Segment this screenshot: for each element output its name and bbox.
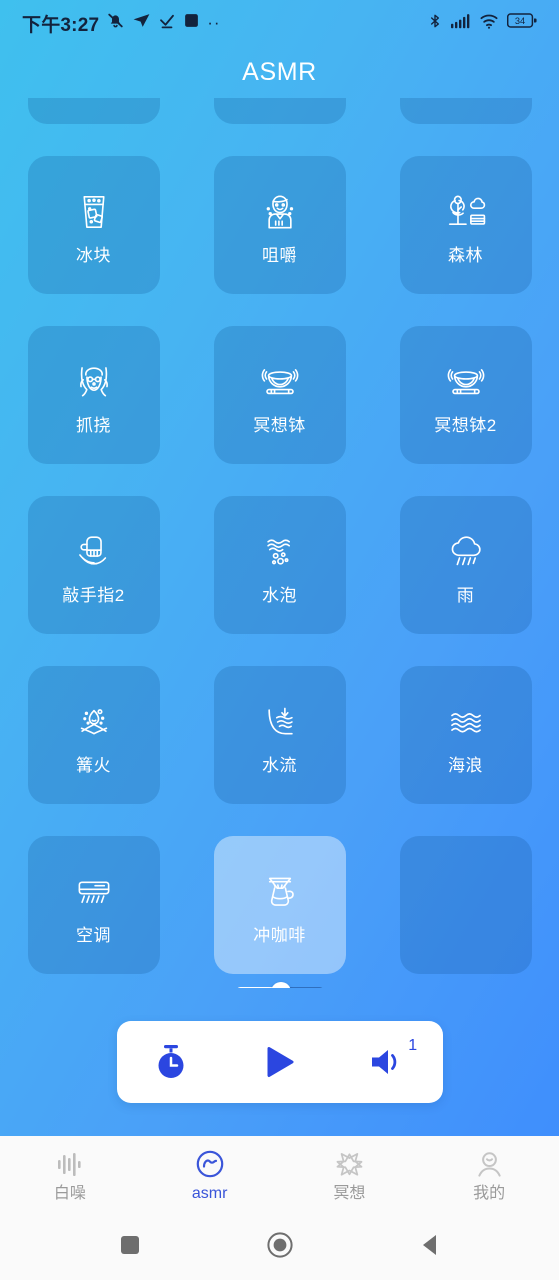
sound-card[interactable]: 空调	[27, 836, 160, 974]
tab-label: 我的	[473, 1185, 506, 1202]
sound-card[interactable]: 海浪	[399, 666, 532, 804]
play-button[interactable]	[248, 1034, 310, 1090]
person-icon	[474, 1149, 504, 1179]
sound-grid-scroll-area[interactable]: 冰块 咀嚼 森林 抓挠 冥想钵 冥想钵2 敲手指2 水泡 雨 篝火 水流 海浪 …	[0, 98, 559, 988]
tab-asmr[interactable]: asmr	[140, 1149, 280, 1202]
home-button[interactable]	[263, 1231, 297, 1265]
app-screen: 下午3:27 ·· 34 ASMR 冰块 咀嚼 森林 抓挠 冥想钵 冥想钵2 敲…	[0, 0, 559, 1280]
tab-label: asmr	[191, 1185, 228, 1202]
sound-card-label: 水泡	[262, 586, 297, 605]
singing-bowl-icon	[253, 356, 307, 408]
sound-card[interactable]: 冥想钵2	[399, 326, 532, 464]
bluetooth-icon	[427, 12, 443, 35]
player-bar: 1	[116, 1021, 443, 1103]
sound-card-label: 海浪	[448, 756, 483, 775]
triangle-back-icon	[417, 1232, 443, 1263]
wifi-icon	[479, 13, 499, 34]
waveform-icon	[55, 1149, 85, 1179]
page-title: ASMR	[242, 57, 317, 86]
volume-slider-row	[194, 981, 366, 988]
air-conditioner-icon	[67, 866, 121, 918]
more-dots-icon: ··	[207, 13, 221, 32]
tapping-fingers-icon	[67, 526, 121, 578]
cellular-signal-icon	[451, 13, 471, 34]
sound-card[interactable]: 抓挠	[27, 326, 160, 464]
circle-home-icon	[266, 1231, 294, 1264]
forest-trees-icon	[439, 186, 493, 238]
status-bar-right: 34	[427, 12, 537, 35]
tab-label: 白噪	[53, 1185, 86, 1202]
sound-card-label: 冥想钵2	[434, 416, 497, 435]
square-recents-icon	[118, 1233, 142, 1262]
ocean-waves-icon	[439, 696, 493, 748]
singing-bowl-icon	[439, 356, 493, 408]
sound-card[interactable]: 敲手指2	[27, 496, 160, 634]
status-bar-left: 下午3:27 ··	[22, 10, 221, 37]
asmr-wave-circle-icon	[195, 1149, 225, 1179]
sound-card-label: 雨	[456, 586, 475, 605]
bubbles-icon	[253, 526, 307, 578]
sound-card-label: 空调	[76, 926, 111, 945]
battery-icon: 34	[506, 12, 537, 34]
scratching-head-icon	[67, 356, 121, 408]
sound-card-partial[interactable]	[399, 98, 532, 124]
sound-card[interactable]: 篝火	[27, 666, 160, 804]
sound-card[interactable]: 冰块	[27, 156, 160, 294]
play-icon	[261, 1043, 297, 1081]
sound-card-partial[interactable]	[27, 98, 160, 124]
card-volume-slider[interactable]	[235, 981, 324, 988]
volume-slider-thumb[interactable]	[271, 981, 292, 988]
rain-cloud-icon	[439, 526, 493, 578]
tab-meditation[interactable]: 冥想	[280, 1149, 420, 1202]
water-stream-icon	[253, 696, 307, 748]
sound-card-label: 冥想钵	[253, 416, 306, 435]
player-zone: 1	[0, 988, 559, 1136]
star-flower-icon	[334, 1149, 364, 1179]
svg-text:34: 34	[515, 16, 525, 26]
android-nav-bar	[0, 1215, 559, 1280]
pourover-coffee-icon	[253, 866, 307, 918]
back-button[interactable]	[413, 1231, 447, 1265]
volume-button[interactable]: 1	[357, 1034, 419, 1090]
sound-card-label: 篝火	[76, 756, 111, 775]
sound-card[interactable]: 冥想钵	[213, 326, 346, 464]
status-time: 下午3:27	[22, 14, 100, 36]
sound-card-partial[interactable]	[213, 98, 346, 124]
sound-grid: 冰块 咀嚼 森林 抓挠 冥想钵 冥想钵2 敲手指2 水泡 雨 篝火 水流 海浪 …	[0, 98, 559, 974]
sound-card[interactable]: 水泡	[213, 496, 346, 634]
status-bar: 下午3:27 ·· 34	[0, 0, 559, 46]
square-app-icon	[183, 12, 200, 34]
sound-card-label: 森林	[448, 246, 483, 265]
timer-button[interactable]	[140, 1034, 202, 1090]
sound-card-partial[interactable]	[399, 836, 532, 974]
volume-badge: 1	[408, 1037, 418, 1054]
check-download-icon	[158, 12, 176, 35]
timer-icon	[153, 1043, 189, 1081]
ice-glass-icon	[67, 186, 121, 238]
sound-card[interactable]: 雨	[399, 496, 532, 634]
sound-card[interactable]: 水流	[213, 666, 346, 804]
sound-card-label: 敲手指2	[62, 586, 125, 605]
bell-muted-icon	[106, 11, 125, 35]
sound-card[interactable]: 森林	[399, 156, 532, 294]
tab-white-noise[interactable]: 白噪	[0, 1149, 140, 1202]
bottom-tab-bar: 白噪 asmr 冥想 我的	[0, 1136, 559, 1215]
tab-profile[interactable]: 我的	[419, 1149, 559, 1202]
volume-icon	[368, 1043, 408, 1081]
sound-card-label: 冲咖啡	[253, 926, 306, 945]
recents-button[interactable]	[113, 1231, 147, 1265]
sound-card-label: 冰块	[76, 246, 111, 265]
sound-card-label: 水流	[262, 756, 297, 775]
tab-label: 冥想	[333, 1185, 366, 1202]
chewing-person-icon	[253, 186, 307, 238]
campfire-icon	[67, 696, 121, 748]
sound-card[interactable]: 冲咖啡	[213, 836, 346, 974]
send-arrow-icon	[132, 11, 151, 35]
sound-card[interactable]: 咀嚼	[213, 156, 346, 294]
sound-card-label: 咀嚼	[262, 246, 297, 265]
sound-card-label: 抓挠	[76, 416, 111, 435]
